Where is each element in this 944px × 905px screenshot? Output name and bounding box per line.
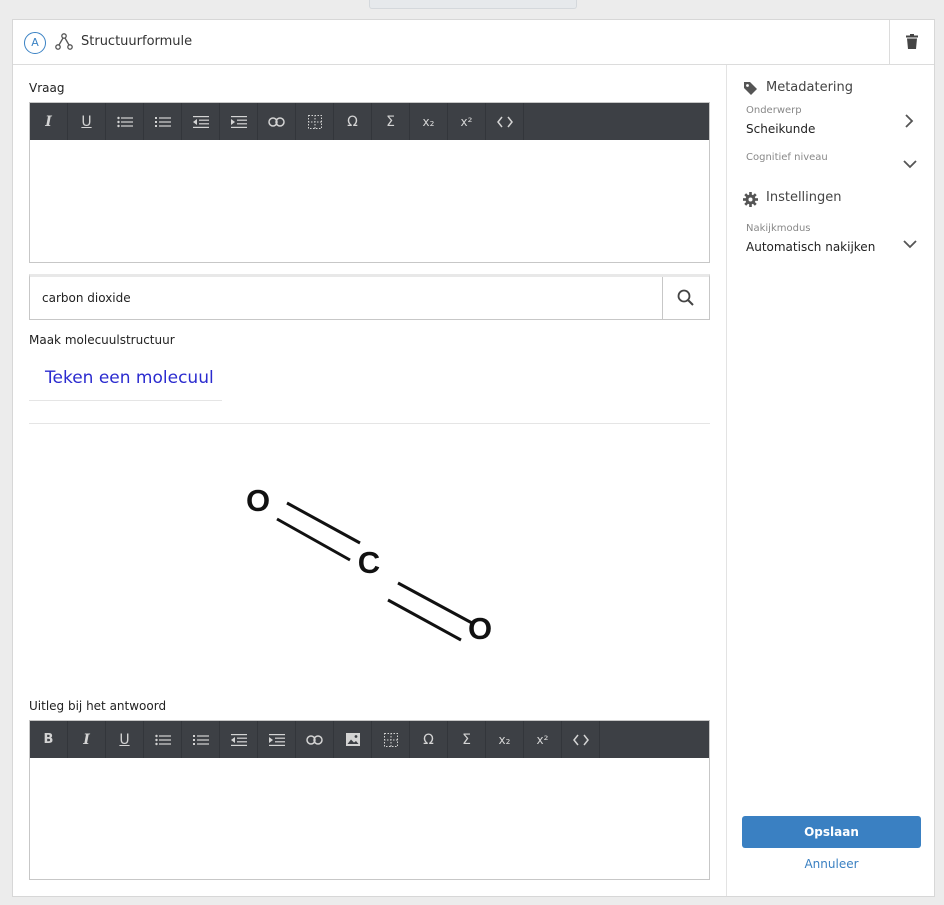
numbered-list-icon [154,116,171,128]
bullet-list-icon [154,734,171,746]
outdent-icon [192,115,209,128]
code-button[interactable] [562,721,600,758]
explanation-label: Uitleg bij het antwoord [29,699,167,713]
molecule-search: carbon dioxide [29,274,710,320]
molecule-icon [55,32,73,52]
subscript-icon: x₂ [498,732,511,747]
code-icon [496,116,513,128]
bold-icon: B [43,732,54,747]
underline-button[interactable]: U [106,721,144,758]
subject-value[interactable]: Scheikunde [746,122,815,136]
trash-icon [906,34,918,49]
chevron-down-icon[interactable] [903,234,917,253]
search-button[interactable] [662,277,709,320]
gear-icon [743,192,758,211]
omega-icon: Ω [347,113,358,130]
top-tab[interactable] [369,0,577,9]
omega-button[interactable]: Ω [334,103,372,140]
underline-button[interactable]: U [68,103,106,140]
omega-icon: Ω [423,731,434,748]
outdent-icon [230,733,247,746]
table-button[interactable] [372,721,410,758]
image-icon [345,733,360,746]
italic-button[interactable]: I [68,721,106,758]
search-icon [677,289,694,306]
subject-label: Onderwerp [746,105,802,116]
atom-oxygen-2: O [468,611,492,646]
numbered-list-icon [192,734,209,746]
subscript-button[interactable]: x₂ [486,721,524,758]
superscript-button[interactable]: x² [448,103,486,140]
image-button[interactable] [334,721,372,758]
explanation-text-area[interactable] [30,758,709,879]
chevron-down-icon[interactable] [903,154,917,173]
link-button[interactable] [258,103,296,140]
question-badge: A [24,32,46,54]
sigma-button[interactable]: Σ [448,721,486,758]
chevron-right-icon[interactable] [903,113,915,132]
table-button[interactable] [296,103,334,140]
delete-button[interactable] [889,20,934,64]
metadata-title: Metadatering [766,80,854,95]
card-header: A Structuurformule [13,20,934,65]
outdent-button[interactable] [220,721,258,758]
sidebar: Metadatering Onderwerp Scheikunde Cognit… [726,65,934,896]
link-icon [268,116,285,127]
numbered-list-button[interactable] [182,721,220,758]
grading-mode-label: Nakijkmodus [746,223,811,234]
atom-carbon: C [358,545,380,580]
atom-oxygen-1: O [246,483,270,518]
table-icon [383,732,398,747]
molecule-structure: O C O [246,483,492,646]
sigma-icon: Σ [386,113,395,130]
superscript-icon: x² [536,732,549,747]
omega-button[interactable]: Ω [410,721,448,758]
explanation-editor[interactable]: B I U Ω Σx₂ x² [29,720,710,880]
molecule-search-input[interactable]: carbon dioxide [42,291,131,305]
indent-icon [230,115,247,128]
outdent-button[interactable] [182,103,220,140]
indent-button[interactable] [258,721,296,758]
bold-button[interactable]: B [30,721,68,758]
bullet-list-icon [116,116,133,128]
superscript-icon: x² [460,114,473,129]
bullet-list-button[interactable] [144,721,182,758]
underline-icon: U [119,731,130,748]
italic-icon: I [83,731,90,748]
explanation-toolbar: B I U Ω Σx₂ x² [30,721,709,758]
link-button[interactable] [296,721,334,758]
underline-icon: U [81,113,92,130]
italic-icon: I [45,113,52,130]
save-button[interactable]: Opslaan [742,816,921,848]
numbered-list-button[interactable] [144,103,182,140]
sigma-button[interactable]: Σ [372,103,410,140]
subscript-icon: x₂ [422,114,435,129]
section-divider [29,423,710,424]
subscript-button[interactable]: x₂ [410,103,448,140]
question-text-area[interactable] [30,140,709,262]
cancel-link[interactable]: Annuleer [742,857,921,871]
indent-button[interactable] [220,103,258,140]
question-label: Vraag [29,81,65,95]
indent-icon [268,733,285,746]
cognitive-level-label: Cognitief niveau [746,152,828,163]
code-icon [572,734,589,746]
link-icon [306,734,323,745]
code-button[interactable] [486,103,524,140]
question-toolbar: I U Ω Σx₂ x² [30,103,709,140]
table-icon [307,114,322,129]
question-editor[interactable]: I U Ω Σx₂ x² [29,102,710,263]
settings-title: Instellingen [766,190,842,205]
sigma-icon: Σ [462,731,471,748]
italic-button[interactable]: I [30,103,68,140]
question-type-title: Structuurformule [81,34,193,49]
molecule-label: Maak molecuulstructuur [29,333,175,347]
draw-molecule-link[interactable]: Teken een molecuul [29,365,222,401]
bullet-list-button[interactable] [106,103,144,140]
question-card: A Structuurformule Vraag I U Ω Σx₂ x² ca… [12,19,935,897]
grading-mode-value[interactable]: Automatisch nakijken [746,240,875,254]
superscript-button[interactable]: x² [524,721,562,758]
tag-icon [743,81,758,100]
